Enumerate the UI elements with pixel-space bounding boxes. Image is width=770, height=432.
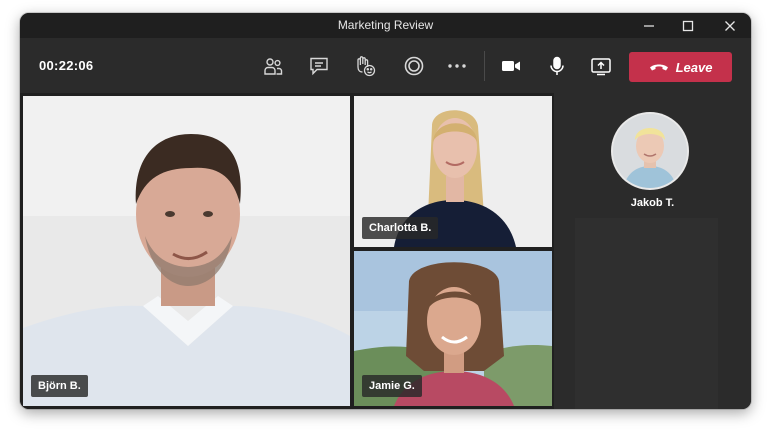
avatar-jakob[interactable]: [613, 114, 687, 188]
record-icon: [404, 56, 424, 76]
avatar-image-jakob: [613, 114, 687, 188]
leave-label: Leave: [675, 59, 713, 75]
camera-button[interactable]: [497, 52, 525, 80]
video-stage: Björn B. Charlotta B. Jamie G. Jakob T.: [20, 93, 751, 409]
share-screen-icon: [591, 58, 611, 76]
participant-name-tag: Jamie G.: [362, 375, 422, 397]
people-icon: [264, 58, 283, 75]
leave-button[interactable]: Leave: [629, 52, 732, 82]
meeting-timer: 00:22:06: [39, 58, 94, 73]
title-bar: Marketing Review: [20, 13, 751, 38]
minimize-icon: [644, 24, 654, 27]
chat-button[interactable]: [305, 52, 333, 80]
more-icon: [448, 64, 466, 68]
meeting-toolbar: 00:22:06 Leave: [20, 38, 751, 93]
close-button[interactable]: [708, 13, 751, 38]
video-camera-icon: [502, 61, 520, 71]
video-feed-bjorn: [23, 96, 350, 406]
share-screen-button[interactable]: [587, 52, 615, 80]
raise-hand-icon: [357, 56, 376, 77]
microphone-button[interactable]: [543, 52, 571, 80]
participant-name-tag: Björn B.: [31, 375, 88, 397]
chat-icon: [310, 57, 328, 76]
close-icon: [725, 20, 735, 31]
participant-roster-pane: Jakob T.: [554, 93, 751, 409]
toolbar-divider: [484, 51, 485, 81]
maximize-button[interactable]: [666, 13, 710, 38]
microphone-icon: [550, 56, 564, 75]
more-options-button[interactable]: [443, 52, 471, 80]
video-tile-bjorn[interactable]: Björn B.: [23, 96, 350, 406]
maximize-icon: [682, 20, 694, 31]
minimize-button[interactable]: [627, 13, 671, 38]
roster-panel-background: [575, 218, 718, 409]
video-tile-charlotta[interactable]: Charlotta B.: [354, 96, 552, 247]
participant-name-tag: Charlotta B.: [362, 217, 439, 239]
record-button[interactable]: [400, 52, 428, 80]
reactions-button[interactable]: [351, 52, 379, 80]
video-tile-jamie[interactable]: Jamie G.: [354, 251, 552, 406]
participant-name-label: Jakob T.: [630, 197, 675, 209]
phone-hangup-icon: [649, 64, 668, 71]
participants-button[interactable]: [259, 52, 287, 80]
meeting-window: Marketing Review 00:22:06 Leave Björn B.…: [20, 13, 751, 409]
